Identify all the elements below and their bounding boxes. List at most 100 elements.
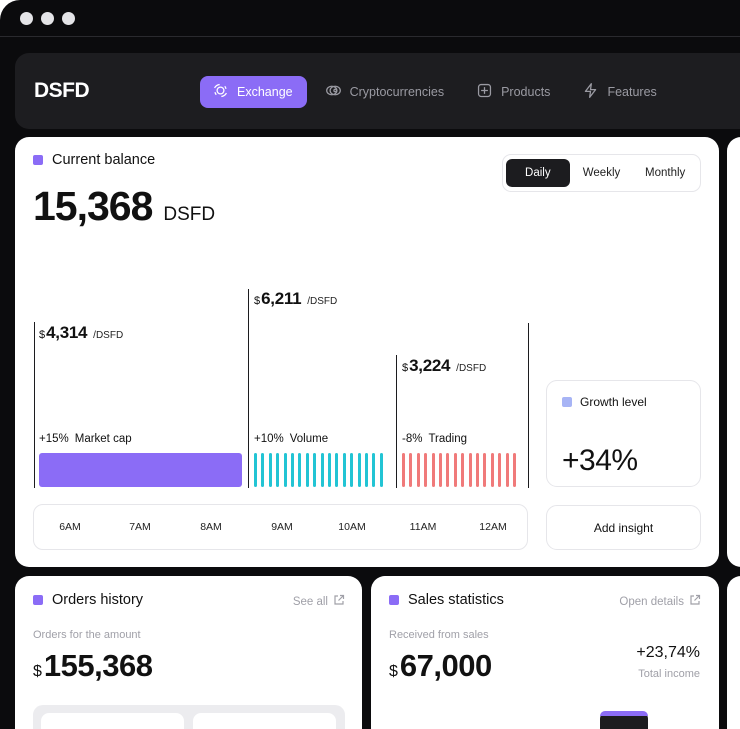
card-title: Current balance [33, 152, 155, 168]
growth-title: Growth level [562, 395, 647, 409]
square-icon [33, 595, 43, 605]
metric-number: 6,211 [261, 289, 302, 308]
bar-stripe [513, 453, 516, 487]
bar-stripe [439, 453, 442, 487]
time-tick: 10AM [338, 521, 366, 533]
orders-sub-label: Orders for the amount [33, 629, 141, 641]
volume-bar [254, 453, 390, 487]
main-nav: Exchange Cryptocurrencies Products Featu… [200, 76, 671, 108]
growth-level-box: Growth level +34% [546, 380, 701, 487]
close-dot[interactable] [20, 12, 33, 25]
bar-stripe [357, 453, 361, 487]
bar-stripe [490, 453, 494, 487]
divider-line [528, 323, 529, 488]
growth-value: +34% [562, 444, 638, 477]
bar-stripe [261, 453, 265, 487]
income-change: +23,74% [636, 644, 700, 661]
card-title: Sales statistics [389, 592, 504, 608]
orders-list-container [33, 705, 345, 729]
orders-history-card: Orders history See all Orders for the am… [15, 576, 362, 729]
orders-amount: $ 155,368 [33, 648, 153, 684]
metric-name: Market cap [74, 433, 132, 445]
time-tick: 7AM [129, 521, 151, 533]
metric-number: 4,314 [46, 323, 88, 342]
bar-stripe [372, 453, 376, 487]
metric-name: Trading [428, 433, 468, 445]
bar-stripe [416, 453, 420, 487]
growth-label: Growth level [580, 395, 647, 409]
period-monthly[interactable]: Monthly [633, 159, 697, 187]
volume-value: $ 6,211 /DSFD [254, 289, 337, 309]
metric-unit: /DSFD [456, 363, 487, 374]
time-tick: 9AM [271, 521, 293, 533]
nav-features[interactable]: Features [568, 76, 670, 108]
balance-value: 15,368 DSFD [33, 183, 215, 230]
currency-symbol: $ [389, 663, 398, 680]
nav-label: Exchange [237, 85, 293, 99]
sales-bar [600, 711, 648, 729]
external-link-icon [333, 594, 345, 609]
bar-stripe [298, 453, 302, 487]
add-insight-button[interactable]: Add insight [546, 505, 701, 550]
bar-stripe [402, 453, 405, 487]
nav-exchange[interactable]: Exchange [200, 76, 307, 108]
market-cap-bar [39, 453, 242, 487]
brand-logo[interactable]: DSFD [34, 79, 90, 103]
sales-statistics-card: Sales statistics Open details Received f… [371, 576, 719, 729]
bar-stripe [291, 453, 294, 487]
bar-stripe [342, 453, 346, 487]
titlebar-divider [0, 36, 740, 37]
divider-line [248, 289, 249, 488]
app-window: DSFD Exchange Cryptocurrencies Products [0, 0, 740, 729]
trading-label: -8% Trading [402, 433, 467, 445]
bar-stripe [431, 453, 435, 487]
metric-number: 3,224 [409, 356, 451, 375]
bar-stripe [424, 453, 428, 487]
metric-change: -8% [402, 433, 423, 445]
divider-line [396, 355, 397, 488]
order-tile[interactable] [41, 713, 184, 729]
divider-line [34, 322, 35, 488]
square-icon [389, 595, 399, 605]
open-details-link[interactable]: Open details [619, 594, 701, 609]
time-tick: 12AM [479, 521, 507, 533]
current-balance-card: Current balance 15,368 DSFD Daily Weekly… [15, 137, 719, 567]
market-cap-value: $ 4,314 /DSFD [39, 323, 123, 343]
period-weekly[interactable]: Weekly [570, 159, 634, 187]
currency-symbol: $ [402, 362, 409, 374]
time-tick: 11AM [409, 521, 437, 533]
nav-cryptocurrencies[interactable]: Cryptocurrencies [311, 76, 458, 108]
bar-stripe [313, 453, 317, 487]
exchange-icon [212, 82, 229, 102]
currency-symbol: $ [254, 295, 261, 307]
sales-bar-accent [600, 711, 648, 716]
bar-stripe [498, 453, 502, 487]
market-cap-label: +15% Market cap [39, 433, 132, 445]
bar-stripe [379, 453, 383, 487]
bar-stripe [335, 453, 339, 487]
currency-symbol: $ [33, 663, 42, 680]
bar-stripe [254, 453, 257, 487]
bar-stripe [365, 453, 368, 487]
period-daily[interactable]: Daily [506, 159, 570, 187]
minimize-dot[interactable] [41, 12, 54, 25]
nav-label: Products [501, 85, 551, 99]
card-title: Orders history [33, 592, 143, 608]
bar-stripe [453, 453, 457, 487]
bar-stripe [483, 453, 487, 487]
nav-label: Features [607, 85, 657, 99]
metric-name: Volume [289, 433, 329, 445]
metric-unit: /DSFD [93, 330, 124, 341]
currency-symbol: $ [39, 329, 46, 341]
see-all-link[interactable]: See all [293, 594, 345, 609]
sales-title: Sales statistics [408, 592, 504, 608]
link-label: See all [292, 595, 328, 608]
bar-stripe [476, 453, 479, 487]
bar-stripe [328, 453, 331, 487]
maximize-dot[interactable] [62, 12, 75, 25]
metric-change: +15% [39, 433, 69, 445]
order-tile[interactable] [193, 713, 336, 729]
bar-stripe [350, 453, 354, 487]
nav-products[interactable]: Products [462, 76, 564, 108]
bar-stripe [320, 453, 324, 487]
